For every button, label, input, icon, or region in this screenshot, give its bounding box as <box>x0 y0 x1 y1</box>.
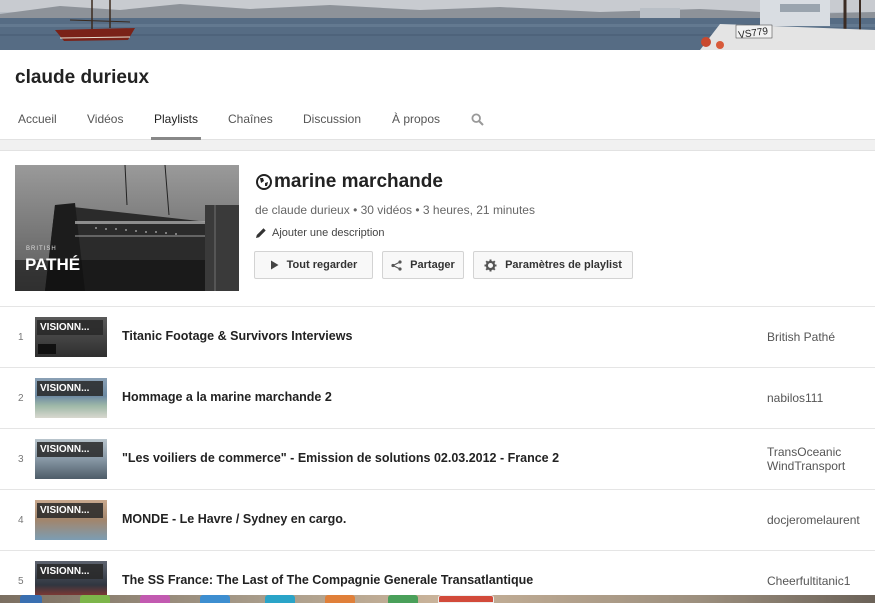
watch-all-label: Tout regarder <box>286 259 358 271</box>
taskbar-app-icon[interactable] <box>438 595 494 603</box>
playlist-title: marine marchande <box>256 171 443 193</box>
video-title[interactable]: The SS France: The Last of The Compagnie… <box>122 573 533 587</box>
taskbar-app-icon[interactable] <box>388 595 418 603</box>
playlist-settings-label: Paramètres de playlist <box>505 259 622 271</box>
row-index: 3 <box>18 454 24 465</box>
playlist-header: BRITISH PATHÉ marine marchande de claude… <box>0 150 875 306</box>
play-icon <box>270 260 279 270</box>
banner-harbor-image: VS779 <box>0 0 875 50</box>
table-row[interactable]: 3 VISIONN... "Les voiliers de commerce" … <box>0 428 875 489</box>
watch-all-button[interactable]: Tout regarder <box>254 251 373 279</box>
channel-search-button[interactable] <box>471 113 484 131</box>
row-index: 4 <box>18 515 24 526</box>
tab-videos[interactable]: Vidéos <box>87 112 123 140</box>
playlist-duration: 3 heures, 21 minutes <box>422 203 535 217</box>
os-taskbar <box>0 595 875 603</box>
channel-header: claude durieux Accueil Vidéos Playlists … <box>0 50 875 140</box>
meta-separator: • <box>353 203 361 217</box>
thumb-logo <box>38 344 56 354</box>
video-owner[interactable]: British Pathé <box>767 330 873 344</box>
row-index: 2 <box>18 393 24 404</box>
taskbar-app-icon[interactable] <box>265 595 295 603</box>
video-title[interactable]: MONDE - Le Havre / Sydney en cargo. <box>122 512 346 526</box>
thumb-overlay-label: VISIONN... <box>37 381 103 396</box>
tab-discussion[interactable]: Discussion <box>303 112 361 140</box>
channel-name[interactable]: claude durieux <box>15 67 149 89</box>
share-button[interactable]: Partager <box>382 251 464 279</box>
gear-icon <box>484 259 497 271</box>
table-row[interactable]: 1 VISIONN... Titanic Footage & Survivors… <box>0 306 875 367</box>
share-label: Partager <box>410 259 455 271</box>
video-thumbnail[interactable]: VISIONN... <box>35 439 107 479</box>
video-owner[interactable]: Cheerfultitanic1 <box>767 574 873 588</box>
row-index: 5 <box>18 576 24 587</box>
video-thumbnail[interactable]: VISIONN... <box>35 500 107 540</box>
tab-chaines[interactable]: Chaînes <box>228 112 273 140</box>
playlist-owner[interactable]: de claude durieux <box>255 203 350 217</box>
table-row[interactable]: 5 VISIONN... The SS France: The Last of … <box>0 550 875 601</box>
video-thumbnail[interactable]: VISIONN... <box>35 378 107 418</box>
video-owner[interactable]: nabilos111 <box>767 391 873 405</box>
thumb-overlay-label: VISIONN... <box>37 320 103 335</box>
row-index: 1 <box>18 332 24 343</box>
thumb-overlay-label: VISIONN... <box>37 442 103 457</box>
add-description-link[interactable]: Ajouter une description <box>255 227 385 239</box>
thumb-brand-small: BRITISH <box>26 246 57 252</box>
meta-separator: • <box>415 203 423 217</box>
pencil-icon <box>256 228 266 238</box>
thumb-brand-big: PATHÉ <box>25 255 81 274</box>
playlist-video-count: 30 vidéos <box>360 203 412 217</box>
globe-icon <box>256 174 272 190</box>
video-owner[interactable]: TransOceanic WindTransport <box>767 445 873 473</box>
playlist-thumbnail[interactable]: BRITISH PATHÉ <box>15 165 239 291</box>
share-icon <box>391 259 402 271</box>
table-row[interactable]: 4 VISIONN... MONDE - Le Havre / Sydney e… <box>0 489 875 550</box>
video-title[interactable]: "Les voiliers de commerce" - Emission de… <box>122 451 559 465</box>
add-description-label: Ajouter une description <box>272 227 385 239</box>
search-icon <box>471 113 484 126</box>
video-thumbnail[interactable]: VISIONN... <box>35 317 107 357</box>
channel-banner: VS779 <box>0 0 875 50</box>
taskbar-app-icon[interactable] <box>325 595 355 603</box>
playlist-meta: de claude durieux • 30 vidéos • 3 heures… <box>255 203 535 217</box>
video-owner[interactable]: docjeromelaurent <box>767 513 873 527</box>
playlist-title-text: marine marchande <box>274 171 443 192</box>
tab-accueil[interactable]: Accueil <box>18 112 57 140</box>
taskbar-app-icon[interactable] <box>20 595 42 603</box>
taskbar-app-icon[interactable] <box>140 595 170 603</box>
thumb-overlay-label: VISIONN... <box>37 503 103 518</box>
playlist-settings-button[interactable]: Paramètres de playlist <box>473 251 633 279</box>
taskbar-app-icon[interactable] <box>80 595 110 603</box>
taskbar-app-icon[interactable] <box>200 595 230 603</box>
table-row[interactable]: 2 VISIONN... Hommage a la marine marchan… <box>0 367 875 428</box>
tab-a-propos[interactable]: À propos <box>392 112 440 140</box>
video-title[interactable]: Titanic Footage & Survivors Interviews <box>122 329 352 343</box>
video-title[interactable]: Hommage a la marine marchande 2 <box>122 390 332 404</box>
tab-playlists[interactable]: Playlists <box>151 112 202 140</box>
thumb-overlay-label: VISIONN... <box>37 564 103 579</box>
